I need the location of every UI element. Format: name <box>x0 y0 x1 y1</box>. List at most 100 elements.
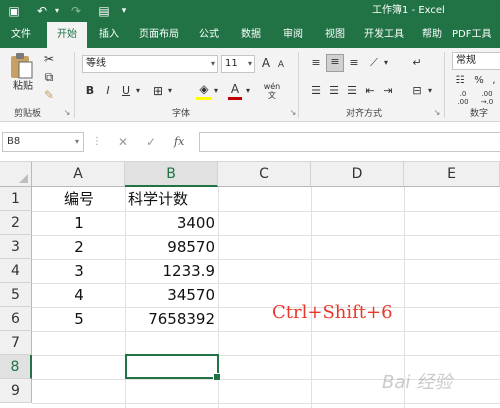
align-center-icon[interactable]: ☰ <box>326 84 342 98</box>
font-name-select[interactable]: 等线 ▾ <box>82 55 218 73</box>
tab-developer[interactable]: 开发工具 <box>358 22 410 48</box>
tab-insert[interactable]: 插入 <box>90 22 128 48</box>
column-header-c[interactable]: C <box>218 162 311 187</box>
percent-style-icon[interactable]: % <box>472 74 486 88</box>
row-header-6[interactable]: 6 <box>0 307 32 331</box>
spreadsheet-grid[interactable]: A B C D E 1 2 3 4 5 6 7 8 9 编号 科学计数 1 34… <box>0 162 500 408</box>
confirm-entry-icon[interactable]: ✓ <box>146 134 156 150</box>
column-header-b[interactable]: B <box>125 162 218 187</box>
cell-b3[interactable]: 98570 <box>126 237 215 257</box>
merge-center-icon[interactable]: ⊟ <box>408 84 426 98</box>
gridline <box>32 307 500 308</box>
form-icon[interactable]: ▤ <box>96 3 112 19</box>
comma-style-icon[interactable]: , <box>488 74 500 88</box>
tab-view[interactable]: 视图 <box>316 22 354 48</box>
tab-help[interactable]: 帮助 <box>414 22 450 48</box>
align-left-icon[interactable]: ☰ <box>308 84 324 98</box>
copy-icon[interactable]: ⧉ <box>42 70 56 84</box>
cell-a1[interactable]: 编号 <box>33 189 125 209</box>
title-bar: ▣ ↶ ▾ ↷ ▤ ▾ 工作簿1 - Excel <box>0 0 500 22</box>
undo-dropdown-icon[interactable]: ▾ <box>52 3 62 19</box>
formula-bar-grip-icon[interactable]: ⋮ <box>92 134 102 150</box>
cell-b4[interactable]: 1233.9 <box>126 261 216 281</box>
align-top-icon[interactable]: ≡ <box>308 56 324 70</box>
number-format-select[interactable]: 常规 <box>452 52 500 70</box>
phonetic-guide-button[interactable]: wén 文 <box>262 82 282 100</box>
column-header-a[interactable]: A <box>32 162 125 187</box>
paste-label[interactable]: 粘贴 <box>6 80 40 94</box>
decrease-decimal-icon[interactable]: .00 →.0 <box>476 90 498 106</box>
cell-a2[interactable]: 1 <box>33 213 125 233</box>
cut-icon[interactable]: ✂ <box>42 52 56 66</box>
font-color-button[interactable]: A <box>228 82 242 96</box>
tab-review[interactable]: 审阅 <box>274 22 312 48</box>
align-bottom-icon[interactable]: ≡ <box>346 56 362 70</box>
cell-b6[interactable]: 7658392 <box>126 309 215 329</box>
wrap-text-icon[interactable]: ↵ <box>408 56 426 70</box>
row-header-2[interactable]: 2 <box>0 211 32 235</box>
customize-toolbar-icon[interactable]: ▾ <box>118 3 130 19</box>
increase-decimal-icon[interactable]: .0.00 <box>452 90 474 106</box>
redo-icon[interactable]: ↷ <box>68 3 84 19</box>
underline-button[interactable]: U <box>120 84 132 98</box>
row-header-3[interactable]: 3 <box>0 235 32 259</box>
paste-button[interactable] <box>8 52 34 82</box>
fill-color-icon[interactable]: ◈ <box>196 82 212 96</box>
select-all-button[interactable] <box>0 162 32 187</box>
cell-a4[interactable]: 3 <box>33 261 125 281</box>
tab-data[interactable]: 数据 <box>232 22 270 48</box>
orientation-dropdown-icon[interactable]: ▾ <box>382 56 390 70</box>
column-header-e[interactable]: E <box>404 162 500 187</box>
font-color-dropdown-icon[interactable]: ▾ <box>244 84 252 98</box>
row-header-8[interactable]: 8 <box>0 355 32 379</box>
fill-color-dropdown-icon[interactable]: ▾ <box>212 84 220 98</box>
clipboard-launcher-icon[interactable]: ↘ <box>62 106 72 120</box>
undo-icon[interactable]: ↶ <box>34 3 50 19</box>
clipboard-group-label: 剪贴板 <box>14 109 42 119</box>
save-icon[interactable]: ▣ <box>6 3 22 19</box>
row-header-1[interactable]: 1 <box>0 187 32 211</box>
cell-a3[interactable]: 2 <box>33 237 125 257</box>
row-header-5[interactable]: 5 <box>0 283 32 307</box>
font-size-select[interactable]: 11 ▾ <box>221 55 255 73</box>
row-header-9[interactable]: 9 <box>0 379 32 403</box>
cell-b1[interactable]: 科学计数 <box>128 189 218 209</box>
tab-formulas[interactable]: 公式 <box>190 22 228 48</box>
formula-input[interactable] <box>199 132 500 152</box>
underline-dropdown-icon[interactable]: ▾ <box>134 84 142 98</box>
increase-indent-icon[interactable]: ⇥ <box>380 84 396 98</box>
format-painter-icon[interactable]: ✎ <box>42 88 56 102</box>
ribbon-tabs: 文件 开始 插入 页面布局 公式 数据 审阅 视图 开发工具 帮助 PDF工具 <box>0 22 500 48</box>
font-name-value: 等线 <box>86 58 106 69</box>
name-box[interactable]: B8 ▾ <box>2 132 84 152</box>
cell-b5[interactable]: 34570 <box>126 285 215 305</box>
borders-dropdown-icon[interactable]: ▾ <box>166 84 174 98</box>
align-right-icon[interactable]: ☰ <box>344 84 360 98</box>
tab-pdf-tools[interactable]: PDF工具 <box>452 22 500 48</box>
cell-a5[interactable]: 4 <box>33 285 125 305</box>
orientation-icon[interactable]: ⟋ <box>366 56 382 70</box>
selected-cell-b8[interactable] <box>125 354 221 381</box>
merge-dropdown-icon[interactable]: ▾ <box>426 84 434 98</box>
cell-b2[interactable]: 3400 <box>126 213 215 233</box>
column-header-d[interactable]: D <box>311 162 404 187</box>
align-middle-icon[interactable]: ≡ <box>326 54 344 72</box>
gridline <box>32 283 500 284</box>
tab-home[interactable]: 开始 <box>47 22 87 48</box>
cancel-entry-icon[interactable]: ✕ <box>118 134 128 150</box>
shrink-font-button[interactable]: A <box>275 58 287 72</box>
tab-page-layout[interactable]: 页面布局 <box>132 22 186 48</box>
borders-icon[interactable]: ⊞ <box>150 84 166 98</box>
italic-button[interactable]: I <box>102 84 114 98</box>
bold-button[interactable]: B <box>84 84 96 98</box>
insert-function-button[interactable]: fx <box>174 134 184 150</box>
font-launcher-icon[interactable]: ↘ <box>288 106 298 120</box>
alignment-launcher-icon[interactable]: ↘ <box>432 106 442 120</box>
grow-font-button[interactable]: A <box>259 56 273 70</box>
decrease-indent-icon[interactable]: ⇤ <box>362 84 378 98</box>
cell-a6[interactable]: 5 <box>33 309 125 329</box>
accounting-format-icon[interactable]: ☷ <box>452 74 468 88</box>
tab-file[interactable]: 文件 <box>0 22 42 48</box>
row-header-7[interactable]: 7 <box>0 331 32 355</box>
row-header-4[interactable]: 4 <box>0 259 32 283</box>
